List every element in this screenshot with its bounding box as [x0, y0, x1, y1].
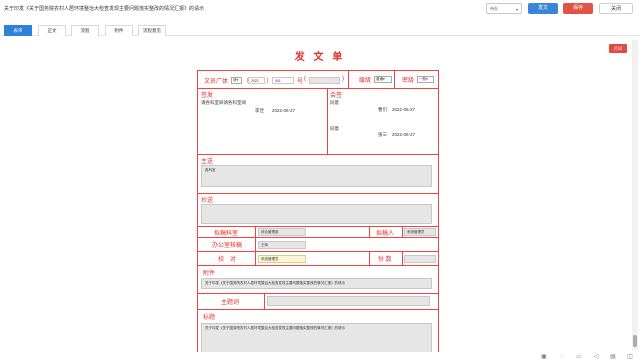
- document-title: 关于印发《关于国务院农村人居环境整治大检查发现主要问题落实整改的情况汇报》的请示: [4, 6, 205, 12]
- keywords-label: 主题词: [221, 300, 240, 306]
- form-rule: [198, 88, 438, 89]
- form-rule: [369, 251, 370, 265]
- countersign-opinion-1: 同意: [330, 100, 339, 105]
- form-rule: [369, 226, 370, 237]
- draft-dept-label: 拟稿科室: [214, 231, 239, 237]
- doc-no-label: 文员广体: [204, 79, 229, 85]
- countersign-label: 会签: [330, 93, 343, 99]
- sign-opinion: 请各科室阅请各科室阅: [201, 100, 246, 105]
- subject-label: 标题: [203, 315, 216, 321]
- form-rule: [402, 251, 403, 265]
- attachment-input[interactable]: 关于印发《关于国务院农村人居环境整治大检查发现主要问题落实整改的情况汇报》的请示: [201, 278, 432, 289]
- form-rule: [402, 226, 403, 237]
- speaker-icon[interactable]: ◁: [592, 353, 600, 361]
- copies-label: 份 数: [378, 257, 392, 263]
- proofread-label: 校 对: [218, 257, 237, 263]
- doc-hao-label: 号: [297, 79, 304, 85]
- status-select-value: 待办: [490, 6, 498, 11]
- form-rule: [348, 71, 349, 88]
- countersign-person-2: 张三: [378, 132, 387, 137]
- doc-suffix-paren: (: [304, 76, 306, 82]
- form-rule: [255, 226, 256, 265]
- keywords-input[interactable]: [267, 296, 430, 306]
- scrollbar-thumb[interactable]: [633, 335, 637, 347]
- doc-year-input[interactable]: 2022: [248, 77, 265, 84]
- form-rule: [394, 71, 395, 88]
- form-rule: [198, 154, 438, 155]
- countersign-date-1: 2022-06-27: [392, 107, 416, 112]
- attachment-label: 附件: [203, 271, 216, 277]
- chevron-down-icon: ▾: [236, 78, 239, 82]
- doc-serial-input[interactable]: 001: [272, 77, 294, 84]
- sign-date: 2022-06-27: [272, 108, 296, 113]
- doc-suffix-input[interactable]: [309, 77, 340, 84]
- urgency-select[interactable]: 普通▾: [374, 76, 392, 83]
- form-rule: [198, 293, 438, 294]
- form-rule: [198, 237, 438, 238]
- countersign-opinion-2: 同意: [330, 126, 339, 131]
- form-rule: [198, 193, 438, 194]
- image-icon[interactable]: ▣: [540, 353, 548, 361]
- close-button[interactable]: 关闭: [599, 3, 633, 14]
- proofread-input[interactable]: 系统管理员: [258, 255, 306, 263]
- comment-icon[interactable]: ▭: [575, 353, 583, 361]
- chevron-down-icon: ▾: [515, 7, 518, 12]
- dispatch-form: 文员广体 请▾ 〔 2022 〕 001 号 ( ) 缓级 普通▾ 密级 一般▾…: [197, 70, 439, 354]
- form-title: 发 文 单: [294, 52, 346, 63]
- secret-label: 密级: [402, 78, 415, 84]
- drafter-input[interactable]: 系统管理员: [404, 228, 436, 236]
- office-check-input[interactable]: 王辉: [258, 241, 306, 249]
- draft-dept-input[interactable]: 综合管理部: [258, 228, 306, 236]
- secret-value: 一般: [419, 77, 426, 81]
- save-button[interactable]: 保存: [563, 3, 593, 14]
- copies-input[interactable]: [404, 255, 436, 263]
- form-rule: [198, 309, 438, 310]
- form-rule: [198, 265, 438, 266]
- countersign-person-1: 曹们: [378, 107, 387, 112]
- urgency-label: 缓级: [359, 78, 372, 84]
- tab-flow-opinions[interactable]: 流程意见: [138, 25, 166, 36]
- countersign-date-2: 2022-06-27: [392, 132, 416, 137]
- main-send-input[interactable]: 各科室: [201, 165, 432, 187]
- tab-bar: 表单 正文 流程 附件 流程意见: [0, 22, 640, 36]
- notepad-icon[interactable]: ▤: [609, 353, 617, 361]
- form-rule: [264, 293, 265, 309]
- tab-attachments[interactable]: 附件: [105, 25, 133, 36]
- urgency-value: 普通: [376, 77, 383, 81]
- top-bar: 关于印发《关于国务院农村人居环境整治大检查发现主要问题落实整改的情况汇报》的请示…: [0, 0, 640, 16]
- copy-send-input[interactable]: [201, 204, 432, 224]
- drafter-label: 拟稿人: [376, 231, 395, 237]
- status-select[interactable]: 待办 ▾: [486, 3, 522, 14]
- subject-input[interactable]: 关于印发《关于国务院农村人居环境整治大检查发现主要问题落实整改的情况汇报》的请示: [201, 323, 432, 353]
- doc-right-paren: ): [342, 76, 344, 82]
- secret-select[interactable]: 一般▾: [417, 76, 434, 83]
- copy-send-label: 抄送: [201, 198, 214, 204]
- office-check-label: 办公室核稿: [212, 243, 243, 249]
- sign-person: 李佳: [255, 108, 264, 113]
- sign-label: 签发: [201, 93, 214, 99]
- main-send-label: 主送: [201, 159, 214, 165]
- doc-type-select[interactable]: 请▾: [231, 77, 242, 84]
- bottom-toolbar: ▣ ◌ ▭ ◁ ▤ ◫: [0, 352, 640, 362]
- tab-body[interactable]: 正文: [38, 25, 66, 36]
- vertical-scrollbar[interactable]: [632, 40, 638, 350]
- chevron-down-icon: ▾: [426, 77, 428, 81]
- tab-flow[interactable]: 流程: [71, 25, 99, 36]
- tab-form[interactable]: 表单: [4, 25, 32, 36]
- chat-icon[interactable]: ◌: [558, 353, 566, 361]
- send-button[interactable]: 发文: [528, 3, 558, 14]
- dock-icon[interactable]: ◫: [626, 353, 634, 361]
- chevron-down-icon: ▾: [383, 77, 385, 81]
- form-rule: [327, 88, 328, 154]
